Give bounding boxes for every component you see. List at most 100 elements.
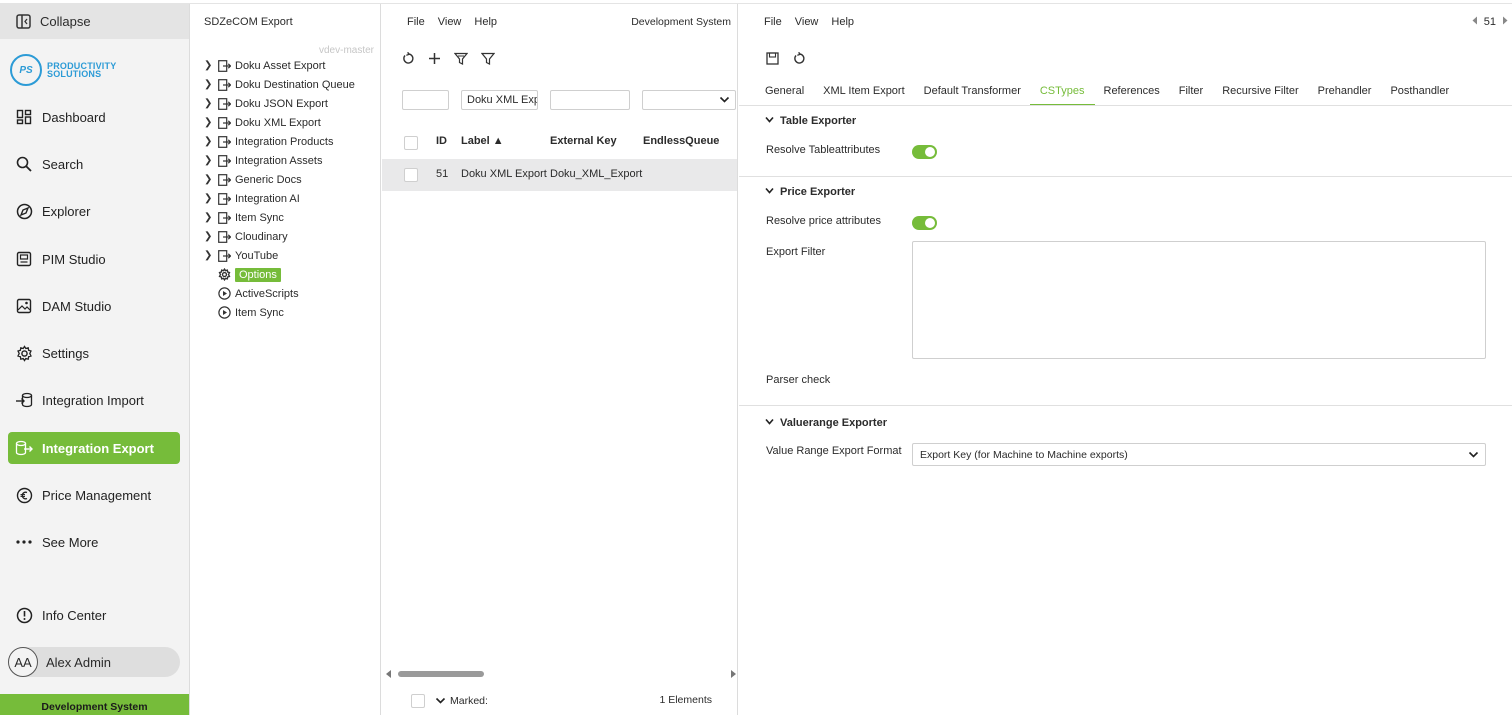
chevron-down-icon[interactable] xyxy=(435,695,446,709)
tree-node[interactable]: ❯ Integration Assets xyxy=(204,151,322,170)
column-header-id[interactable]: ID xyxy=(436,135,447,147)
scrollbar-thumb[interactable] xyxy=(398,671,484,677)
export-filter-textarea[interactable] xyxy=(912,241,1486,359)
tree-leaf-activescripts[interactable]: ActiveScripts xyxy=(216,284,299,303)
column-header-external-key[interactable]: External Key xyxy=(550,135,617,147)
resolve-price-attributes-toggle[interactable] xyxy=(912,216,937,230)
chevron-right-icon[interactable]: ❯ xyxy=(204,98,216,109)
scroll-right-icon[interactable] xyxy=(729,669,737,682)
previous-record-icon[interactable] xyxy=(1472,16,1478,28)
chevron-right-icon[interactable]: ❯ xyxy=(204,212,216,223)
tab-prehandler[interactable]: Prehandler xyxy=(1318,85,1372,106)
filter-icon[interactable] xyxy=(478,48,498,68)
column-header-endless-queue[interactable]: EndlessQueue xyxy=(643,135,719,147)
section-header-price-exporter[interactable]: Price Exporter xyxy=(765,186,855,198)
horizontal-scrollbar[interactable] xyxy=(385,668,737,682)
search-icon xyxy=(15,155,33,173)
tree-node[interactable]: ❯ Integration AI xyxy=(204,189,300,208)
tree-node[interactable]: ❯ Doku Asset Export xyxy=(204,56,326,75)
section-divider xyxy=(739,176,1512,177)
tab-cstypes[interactable]: CSTypes xyxy=(1029,85,1095,106)
scroll-left-icon[interactable] xyxy=(385,669,393,682)
nav-item-integration-export[interactable]: Integration Export xyxy=(8,432,180,464)
tab-posthandler[interactable]: Posthandler xyxy=(1390,85,1449,106)
chevron-right-icon[interactable]: ❯ xyxy=(204,79,216,90)
tab-xml-item-export[interactable]: XML Item Export xyxy=(823,85,905,106)
section-header-table-exporter[interactable]: Table Exporter xyxy=(765,115,856,127)
menu-view[interactable]: View xyxy=(795,16,819,28)
tree-node[interactable]: ❯ Integration Products xyxy=(204,132,333,151)
column-header-label[interactable]: Label ▲ xyxy=(461,135,504,147)
row-label: Doku XML Export xyxy=(461,168,547,180)
chevron-right-icon[interactable]: ❯ xyxy=(204,117,216,128)
row-checkbox[interactable] xyxy=(404,168,418,182)
filter-external-key-input[interactable] xyxy=(550,90,630,110)
chevron-right-icon[interactable]: ❯ xyxy=(204,60,216,71)
menu-help[interactable]: Help xyxy=(474,16,497,28)
user-menu[interactable]: AA Alex Admin xyxy=(8,647,180,677)
nav-item-explorer[interactable]: Explorer xyxy=(8,195,180,227)
chevron-down-icon xyxy=(1468,449,1479,463)
tree-node[interactable]: ❯ Item Sync xyxy=(204,208,284,227)
export-node-icon xyxy=(216,78,232,92)
filter-endless-queue-select[interactable] xyxy=(642,90,736,110)
tab-general[interactable]: General xyxy=(765,85,804,106)
nav-item-see-more[interactable]: See More xyxy=(8,526,180,558)
nav-item-pim-studio[interactable]: PIM Studio xyxy=(8,243,180,275)
chevron-down-icon xyxy=(719,94,730,108)
export-node-icon xyxy=(216,97,232,111)
section-header-valuerange-exporter[interactable]: Valuerange Exporter xyxy=(765,417,887,429)
tab-filter[interactable]: Filter xyxy=(1179,85,1203,106)
tab-default-transformer[interactable]: Default Transformer xyxy=(924,85,1021,106)
tree-node[interactable]: ❯ Cloudinary xyxy=(204,227,288,246)
nav-item-integration-import[interactable]: Integration Import xyxy=(8,384,180,416)
chevron-right-icon[interactable]: ❯ xyxy=(204,193,216,204)
tree-node[interactable]: ❯ Doku Destination Queue xyxy=(204,75,355,94)
tree-node[interactable]: ❯ YouTube xyxy=(204,246,278,265)
nav-label: Price Management xyxy=(42,487,152,503)
menu-view[interactable]: View xyxy=(438,16,462,28)
tree-leaf-options[interactable]: Options xyxy=(216,265,281,284)
menu-help[interactable]: Help xyxy=(831,16,854,28)
nav-item-settings[interactable]: Settings xyxy=(8,337,180,369)
tree-node[interactable]: ❯ Generic Docs xyxy=(204,170,302,189)
chevron-right-icon[interactable]: ❯ xyxy=(204,155,216,166)
tree-node[interactable]: ❯ Doku XML Export xyxy=(204,113,321,132)
marked-checkbox[interactable] xyxy=(411,694,425,708)
detail-panel: File View Help 51 General XML Item Expor… xyxy=(739,4,1512,715)
export-tree-panel: SDZeCOM Export vdev-master ❯ Doku Asset E… xyxy=(190,4,381,715)
menu-file[interactable]: File xyxy=(407,16,425,28)
refresh-icon[interactable] xyxy=(789,48,809,68)
tree-leaf-item-sync[interactable]: Item Sync xyxy=(216,303,284,322)
nav-item-dam-studio[interactable]: DAM Studio xyxy=(8,290,180,322)
export-node-icon xyxy=(216,249,232,263)
tree-node[interactable]: ❯ Doku JSON Export xyxy=(204,94,328,113)
tree-node-label: Doku Asset Export xyxy=(235,59,326,72)
import-icon xyxy=(15,391,33,409)
nav-item-price-management[interactable]: Price Management xyxy=(8,479,180,511)
chevron-right-icon[interactable]: ❯ xyxy=(204,231,216,242)
tab-references[interactable]: References xyxy=(1104,85,1160,106)
resolve-tableattributes-toggle[interactable] xyxy=(912,145,937,159)
menu-file[interactable]: File xyxy=(764,16,782,28)
filter-label-input[interactable]: Doku XML Expo xyxy=(461,90,538,110)
value-range-format-select[interactable]: Export Key (for Machine to Machine expor… xyxy=(912,443,1486,466)
detail-tabs: General XML Item Export Default Transfor… xyxy=(765,85,1449,106)
nav-item-info-center[interactable]: Info Center xyxy=(8,599,180,631)
collapse-sidebar-icon xyxy=(16,13,32,30)
next-record-icon[interactable] xyxy=(1502,16,1508,28)
chevron-right-icon[interactable]: ❯ xyxy=(204,174,216,185)
tree-node-label: YouTube xyxy=(235,249,279,262)
nav-item-dashboard[interactable]: Dashboard xyxy=(8,101,180,133)
chevron-right-icon[interactable]: ❯ xyxy=(204,250,216,261)
tab-recursive-filter[interactable]: Recursive Filter xyxy=(1222,85,1298,106)
add-icon[interactable] xyxy=(424,48,444,68)
chevron-right-icon[interactable]: ❯ xyxy=(204,136,216,147)
filter-settings-icon[interactable] xyxy=(451,48,471,68)
select-all-checkbox[interactable] xyxy=(404,136,418,150)
collapse-button[interactable]: Collapse xyxy=(0,4,189,39)
refresh-icon[interactable] xyxy=(398,48,418,68)
nav-item-search[interactable]: Search xyxy=(8,148,180,180)
save-icon[interactable] xyxy=(762,48,782,68)
filter-id-input[interactable] xyxy=(402,90,449,110)
